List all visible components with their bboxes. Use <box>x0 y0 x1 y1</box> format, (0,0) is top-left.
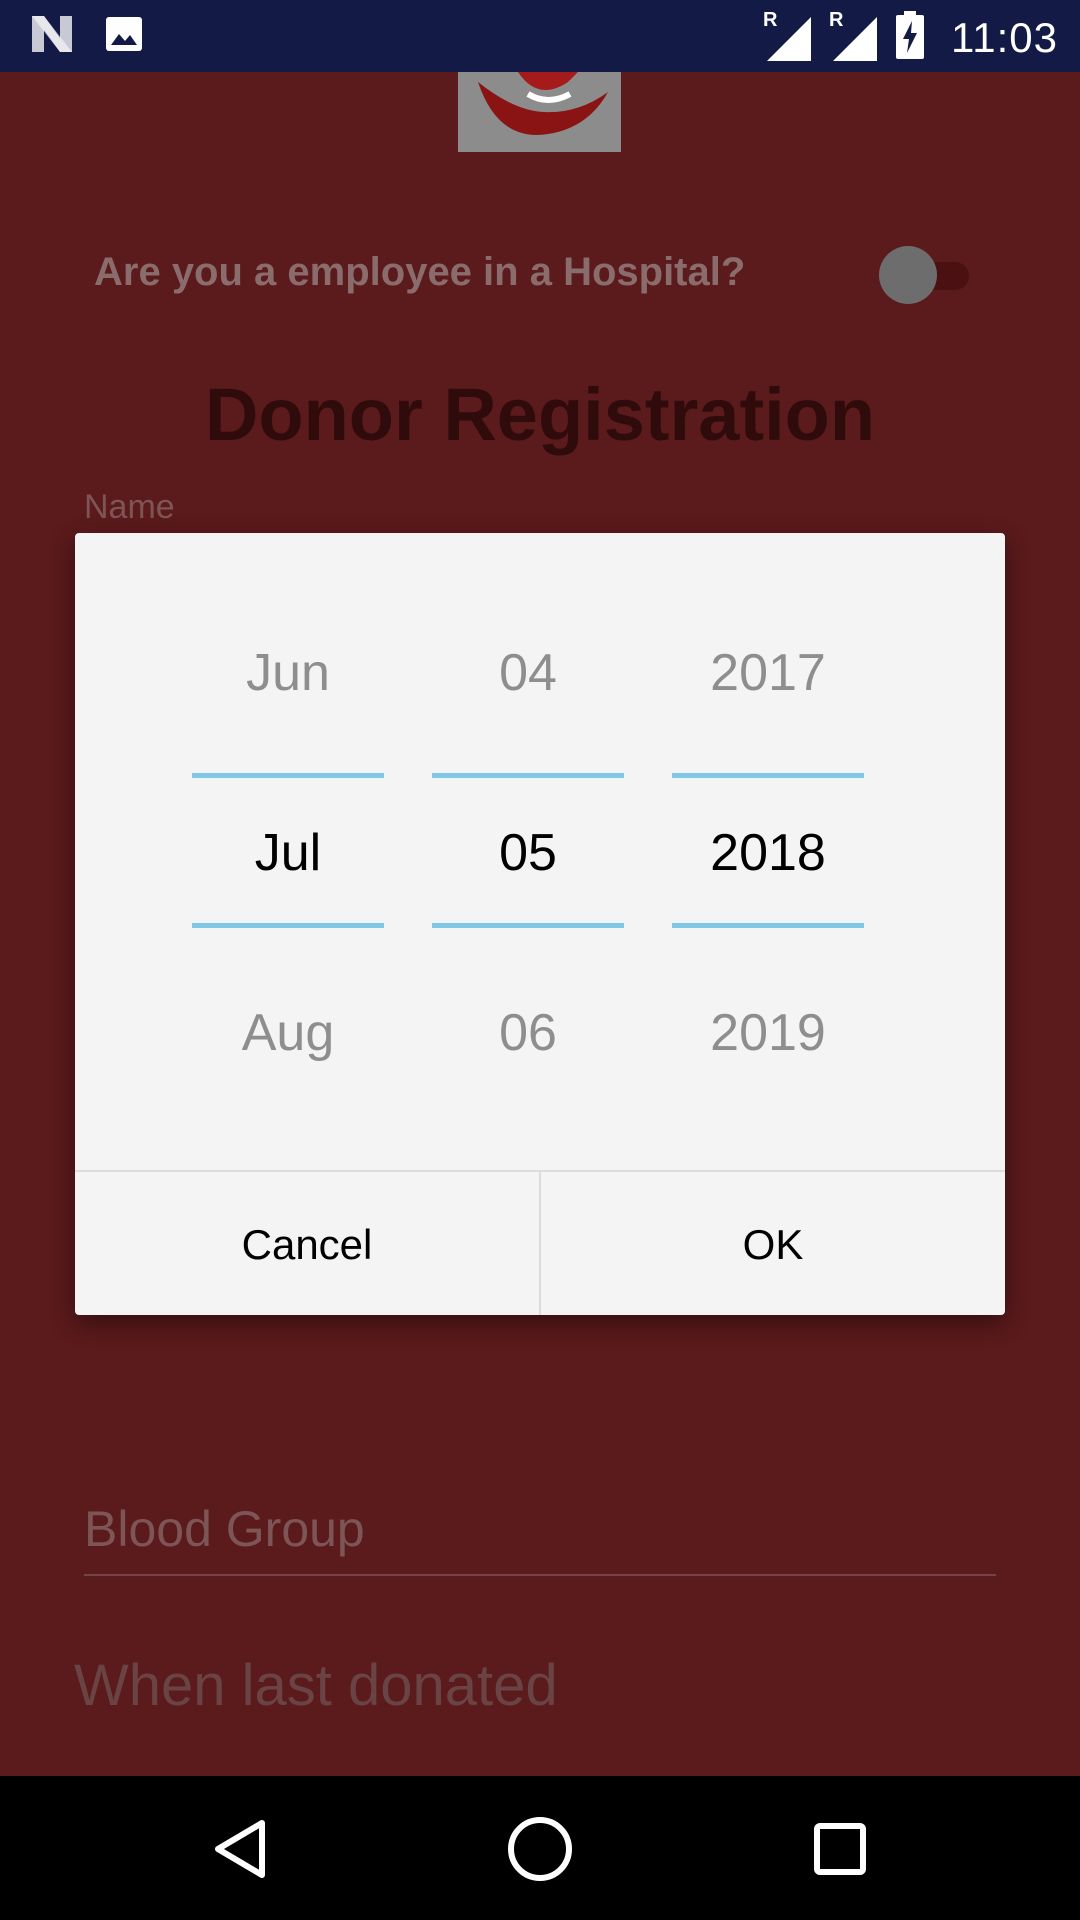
hospital-employee-row: Are you a employee in a Hospital? <box>94 240 994 310</box>
status-bar-left <box>30 14 144 59</box>
navigation-bar <box>0 1776 1080 1920</box>
last-donated-field[interactable]: When last donated <box>74 1652 558 1719</box>
roaming-mark-1: R <box>763 8 778 31</box>
month-divider-bottom <box>192 923 384 928</box>
home-circle-icon <box>505 1814 575 1889</box>
year-picker[interactable]: 2017 2018 2019 <box>672 533 864 1170</box>
day-prev-value[interactable]: 04 <box>432 643 624 703</box>
month-prev-value[interactable]: Jun <box>192 643 384 703</box>
back-button[interactable] <box>195 1806 285 1896</box>
year-prev-value[interactable]: 2017 <box>672 643 864 703</box>
notification-n-icon <box>30 14 74 59</box>
home-button[interactable] <box>495 1806 585 1896</box>
image-notification-icon <box>104 14 144 59</box>
day-next-value[interactable]: 06 <box>432 1003 624 1063</box>
date-picker-dialog: Jun Jul Aug 04 05 06 2017 2018 2019 Canc… <box>75 533 1005 1315</box>
month-picker[interactable]: Jun Jul Aug <box>192 533 384 1170</box>
blood-group-field[interactable]: Blood Group <box>84 1492 996 1576</box>
month-selected-value[interactable]: Jul <box>192 823 384 883</box>
app-logo <box>458 72 621 152</box>
signal-1-icon: R <box>763 9 813 63</box>
day-divider-bottom <box>432 923 624 928</box>
day-divider-top <box>432 773 624 778</box>
hospital-employee-toggle[interactable] <box>879 246 979 306</box>
page-title: Donor Registration <box>204 373 876 456</box>
hospital-employee-question: Are you a employee in a Hospital? <box>94 250 746 294</box>
dialog-actions: Cancel OK <box>75 1170 1005 1315</box>
date-picker-wheels: Jun Jul Aug 04 05 06 2017 2018 2019 <box>75 533 1005 1170</box>
year-next-value[interactable]: 2019 <box>672 1003 864 1063</box>
year-divider-top <box>672 773 864 778</box>
status-bar: R R 11:03 <box>0 0 1080 72</box>
roaming-mark-2: R <box>829 8 844 31</box>
battery-charging-icon <box>895 10 925 65</box>
year-selected-value[interactable]: 2018 <box>672 823 864 883</box>
day-picker[interactable]: 04 05 06 <box>432 533 624 1170</box>
status-time: 11:03 <box>951 13 1058 61</box>
status-bar-right: R R 11:03 <box>763 9 1058 65</box>
day-selected-value[interactable]: 05 <box>432 823 624 883</box>
toggle-thumb <box>879 246 937 304</box>
month-next-value[interactable]: Aug <box>192 1003 384 1063</box>
signal-2-icon: R <box>829 9 879 63</box>
year-divider-bottom <box>672 923 864 928</box>
name-field-label: Name <box>84 488 175 526</box>
recents-square-icon <box>812 1821 868 1882</box>
recents-button[interactable] <box>795 1806 885 1896</box>
ok-button[interactable]: OK <box>541 1172 1005 1315</box>
month-divider-top <box>192 773 384 778</box>
cancel-button[interactable]: Cancel <box>75 1172 541 1315</box>
blood-group-placeholder: Blood Group <box>84 1501 365 1557</box>
back-triangle-icon <box>210 1817 270 1886</box>
